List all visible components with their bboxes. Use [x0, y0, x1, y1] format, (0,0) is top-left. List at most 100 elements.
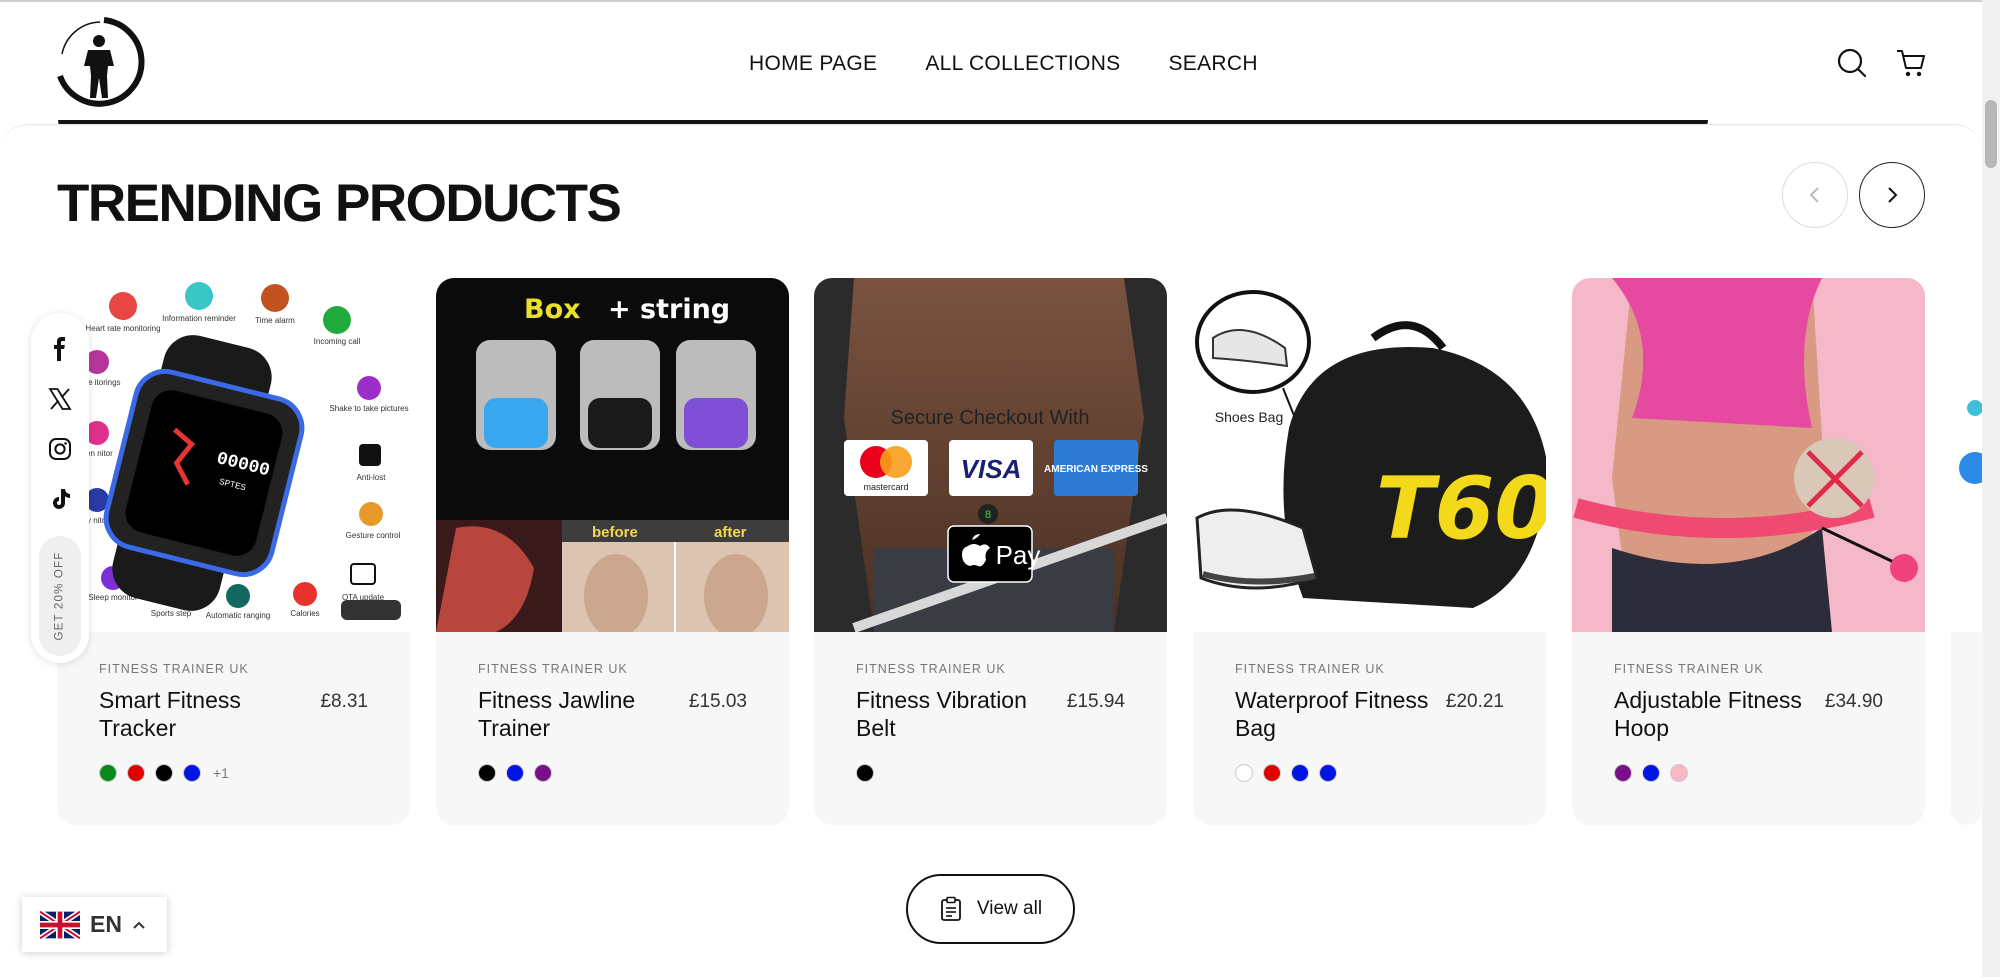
feature-label: Information reminder: [162, 314, 236, 323]
swatch-red[interactable]: [1263, 764, 1281, 782]
product-vendor: FITNESS TRAINER UK: [1235, 662, 1385, 676]
product-card[interactable]: Secure Checkout With mastercard VISA AME…: [814, 278, 1167, 825]
instagram-icon[interactable]: [48, 437, 72, 461]
product-title[interactable]: Adjustable Fitness Hoop: [1614, 686, 1819, 742]
product-card[interactable]: FITNESS TRAINER UK Adjustable Fitness Ho…: [1572, 278, 1925, 825]
carousel-next-button[interactable]: [1859, 162, 1925, 228]
section-title: TRENDING PRODUCTS: [57, 174, 622, 233]
facebook-icon[interactable]: [48, 337, 72, 361]
product-title[interactable]: Waterproof Fitness Bag: [1235, 686, 1440, 742]
product-image: Secure Checkout With mastercard VISA AME…: [814, 278, 1167, 632]
product-vendor: FITNESS TRAINER UK: [1614, 662, 1764, 676]
swatch-white[interactable]: [1235, 764, 1253, 782]
site-header: HOME PAGE ALL COLLECTIONS SEARCH: [0, 2, 1982, 132]
color-swatches: [1235, 764, 1337, 782]
product-price: £15.94: [1066, 691, 1125, 712]
swatch-purple[interactable]: [1614, 764, 1632, 782]
x-icon[interactable]: [48, 387, 72, 411]
feature-label: Incoming call: [314, 337, 361, 346]
product-image: [1572, 278, 1925, 632]
language-selector[interactable]: EN: [22, 897, 167, 952]
feature-label: Anti-lost: [357, 473, 387, 482]
swatch-black[interactable]: [478, 764, 496, 782]
swatch-black[interactable]: [155, 764, 173, 782]
swatch-blue[interactable]: [506, 764, 524, 782]
swatch-blue[interactable]: [183, 764, 201, 782]
chevron-left-icon: [1809, 187, 1819, 203]
product-card-partial[interactable]: [1951, 278, 1982, 825]
feature-label: Time alarm: [255, 316, 295, 325]
product-image: Heart rate monitoring Information remind…: [57, 278, 410, 632]
product-card[interactable]: Box + string before after FITNESS TRAINE…: [436, 278, 789, 825]
clipboard-list-icon: [941, 896, 961, 921]
product-title[interactable]: Smart Fitness Tracker: [99, 686, 304, 742]
feature-label: Gesture control: [346, 531, 401, 540]
feature-label: Heart rate monitoring: [85, 324, 160, 333]
color-swatches: [478, 764, 552, 782]
product-carousel: Heart rate monitoring Information remind…: [0, 278, 1982, 828]
swatch-blue[interactable]: [1319, 764, 1337, 782]
product-image: Shoes Bag T60: [1193, 278, 1546, 632]
product-vendor: FITNESS TRAINER UK: [478, 662, 628, 676]
swatch-green[interactable]: [99, 764, 117, 782]
product-title[interactable]: Fitness Vibration Belt: [856, 686, 1061, 742]
swatch-blue[interactable]: [1291, 764, 1309, 782]
swatch-black[interactable]: [856, 764, 874, 782]
after-label: after: [714, 524, 747, 541]
secure-checkout-text: Secure Checkout With: [891, 407, 1090, 429]
shoes-bag-label: Shoes Bag: [1215, 409, 1284, 425]
page-scrollbar[interactable]: [1982, 0, 2000, 977]
swatch-pink[interactable]: [1670, 764, 1688, 782]
uk-flag-icon: [40, 910, 80, 939]
swatch-blue[interactable]: [1642, 764, 1660, 782]
nav-home-page[interactable]: HOME PAGE: [749, 52, 877, 76]
view-all-button[interactable]: View all: [906, 874, 1075, 944]
chevron-right-icon: [1888, 187, 1898, 203]
amex-label: AMERICAN EXPRESS: [1044, 464, 1148, 475]
promo-label: GET 20% OFF: [54, 551, 67, 641]
nav-search[interactable]: SEARCH: [1168, 52, 1257, 76]
product-card[interactable]: Heart rate monitoring Information remind…: [57, 278, 410, 825]
feature-label: Automatic ranging: [206, 611, 270, 620]
cart-icon[interactable]: [1894, 46, 1928, 80]
swatch-red[interactable]: [127, 764, 145, 782]
product-vendor: FITNESS TRAINER UK: [99, 662, 249, 676]
feature-label: Calories: [290, 609, 319, 618]
trending-section: TRENDING PRODUCTS Heart rate monitoring …: [0, 124, 1982, 977]
scrollbar-thumb[interactable]: [1985, 100, 1997, 168]
main-nav: HOME PAGE ALL COLLECTIONS SEARCH: [749, 52, 1258, 76]
tiktok-icon[interactable]: [48, 487, 72, 511]
apple-pay-label: Pay: [996, 540, 1041, 570]
before-label: before: [592, 524, 638, 541]
product-price: £15.03: [688, 691, 747, 712]
belt-display-digit: 8: [985, 509, 991, 521]
swatch-purple[interactable]: [534, 764, 552, 782]
color-swatches: +1: [99, 764, 229, 782]
product-price: £8.31: [320, 691, 368, 712]
color-swatches: [1614, 764, 1688, 782]
social-sidebar: GET 20% OFF: [31, 313, 89, 663]
product-price: £20.21: [1445, 691, 1504, 712]
product-image: [1951, 278, 1982, 632]
product-price: £34.90: [1824, 691, 1883, 712]
site-logo[interactable]: [52, 14, 146, 112]
nav-all-collections[interactable]: ALL COLLECTIONS: [925, 52, 1120, 76]
discount-promo-tab[interactable]: GET 20% OFF: [39, 536, 81, 656]
more-swatches-count: +1: [213, 765, 229, 781]
visa-label: VISA: [961, 454, 1022, 484]
product-vendor: FITNESS TRAINER UK: [856, 662, 1006, 676]
mastercard-label: mastercard: [863, 482, 908, 492]
product-image: Box + string before after: [436, 278, 789, 632]
search-icon[interactable]: [1835, 46, 1869, 80]
carousel-prev-button[interactable]: [1782, 162, 1848, 228]
bag-brand-logo: T60: [1376, 459, 1546, 559]
language-code: EN: [90, 911, 122, 937]
box-heading: Box: [524, 294, 581, 325]
view-all-label: View all: [976, 898, 1043, 919]
feature-label: Shake to take pictures: [329, 404, 408, 413]
product-card[interactable]: Shoes Bag T60 FITNESS TRAINER UK Waterpr…: [1193, 278, 1546, 825]
product-title[interactable]: Fitness Jawline Trainer: [478, 686, 683, 742]
chevron-up-icon: [133, 921, 145, 929]
color-swatches: [856, 764, 874, 782]
string-heading: + string: [608, 294, 730, 325]
